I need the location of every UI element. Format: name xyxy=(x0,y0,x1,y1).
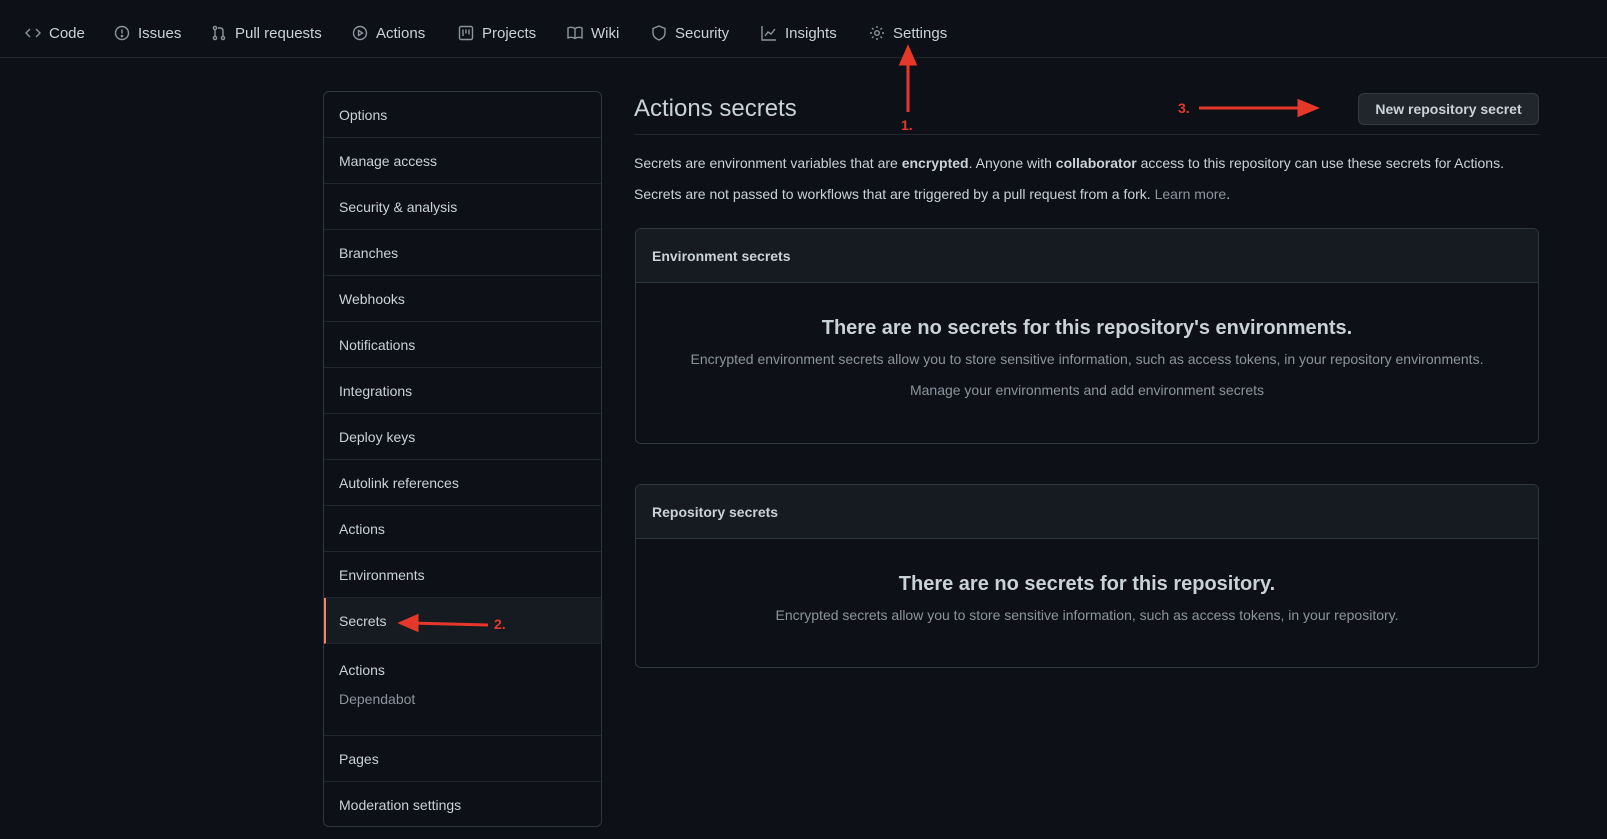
nav-settings[interactable]: Settings xyxy=(869,22,947,44)
annotation-label-1: 1. xyxy=(901,117,913,133)
sidebar-item-options[interactable]: Options xyxy=(324,92,601,138)
nav-settings-label: Settings xyxy=(893,24,948,42)
project-icon xyxy=(458,25,474,41)
sidebar-item-pages[interactable]: Pages xyxy=(324,736,601,782)
book-icon xyxy=(567,26,583,40)
nav-wiki-label: Wiki xyxy=(591,24,620,42)
desc-emphasis: collaborator xyxy=(1055,155,1137,171)
sidebar-item-moderation-settings[interactable]: Moderation settings xyxy=(324,782,601,826)
desc-text: Secrets are environment variables that a… xyxy=(634,155,902,171)
title-divider xyxy=(634,134,1540,135)
nav-code-label: Code xyxy=(49,24,85,42)
shield-icon xyxy=(652,25,666,41)
sidebar-item-label: Secrets xyxy=(339,612,387,629)
desc-text: . Anyone with xyxy=(968,155,1056,171)
sidebar-item-deploy-keys[interactable]: Deploy keys xyxy=(324,414,601,460)
pull-request-icon xyxy=(212,25,226,41)
sidebar-item-label: Environments xyxy=(339,566,425,583)
sidebar-secrets-group: Actions Dependabot xyxy=(324,644,601,736)
new-repository-secret-button[interactable]: New repository secret xyxy=(1358,93,1539,125)
nav-pull-requests[interactable]: Pull requests xyxy=(211,22,322,44)
gear-icon xyxy=(870,26,884,40)
issue-icon xyxy=(114,25,130,41)
arrow-3-head xyxy=(1297,98,1320,118)
environment-secrets-header: Environment secrets xyxy=(636,229,1538,283)
blankslate-text: Encrypted environment secrets allow you … xyxy=(690,351,1484,367)
sidebar-item-label: Integrations xyxy=(339,382,413,399)
nav-insights-label: Insights xyxy=(785,24,837,42)
annotation-label-2: 2. xyxy=(494,616,506,632)
sidebar-item-label: Branches xyxy=(339,244,399,261)
blankslate-title: There are no secrets for this repository… xyxy=(898,573,1276,595)
nav-wiki[interactable]: Wiki xyxy=(567,22,619,44)
annotation-label-3: 3. xyxy=(1178,100,1190,116)
nav-projects[interactable]: Projects xyxy=(458,22,536,44)
sidebar-item-secrets[interactable]: Secrets xyxy=(324,598,601,644)
graph-icon xyxy=(761,26,776,41)
desc-text: . xyxy=(1226,186,1231,202)
sidebar-subitem-dependabot[interactable]: Dependabot xyxy=(339,691,415,707)
fork-note: Secrets are not passed to workflows that… xyxy=(634,186,1230,202)
learn-more-link[interactable]: Learn more xyxy=(1155,186,1227,202)
nav-projects-label: Projects xyxy=(482,24,537,42)
nav-issues-label: Issues xyxy=(138,24,182,42)
sidebar-subitem-actions[interactable]: Actions xyxy=(339,662,385,678)
nav-insights[interactable]: Insights xyxy=(761,22,837,44)
desc-emphasis: encrypted xyxy=(901,155,969,171)
sidebar-item-label: Deploy keys xyxy=(339,428,416,445)
sidebar-item-environments[interactable]: Environments xyxy=(324,552,601,598)
sidebar-item-notifications[interactable]: Notifications xyxy=(324,322,601,368)
code-icon xyxy=(25,28,41,38)
repository-secrets-header: Repository secrets xyxy=(636,485,1538,539)
nav-actions-label: Actions xyxy=(376,24,426,42)
sidebar-item-integrations[interactable]: Integrations xyxy=(324,368,601,414)
nav-security-label: Security xyxy=(675,24,730,42)
sidebar-item-webhooks[interactable]: Webhooks xyxy=(324,276,601,322)
blankslate-title: There are no secrets for this repository… xyxy=(821,317,1353,339)
sidebar-item-label: Pages xyxy=(339,750,379,767)
sidebar-item-autolink-references[interactable]: Autolink references xyxy=(324,460,601,506)
manage-environments-link[interactable]: Manage your environments and add environ… xyxy=(636,382,1538,398)
sidebar-item-label: Moderation settings xyxy=(339,797,462,813)
secrets-description: Secrets are environment variables that a… xyxy=(634,155,1504,171)
nav-issues[interactable]: Issues xyxy=(114,22,181,44)
sidebar-item-label: Options xyxy=(339,106,388,123)
sidebar-item-manage-access[interactable]: Manage access xyxy=(324,138,601,184)
desc-text: Secrets are not passed to workflows that… xyxy=(634,186,1155,202)
sidebar-item-actions[interactable]: Actions xyxy=(324,506,601,552)
sidebar-item-security-analysis[interactable]: Security & analysis xyxy=(324,184,601,230)
repository-secrets-box: Repository secrets There are no secrets … xyxy=(635,484,1539,668)
desc-text: access to this repository can use these … xyxy=(1136,155,1504,171)
sidebar-item-branches[interactable]: Branches xyxy=(324,230,601,276)
nav-code[interactable]: Code xyxy=(25,22,85,44)
nav-actions[interactable]: Actions xyxy=(352,22,425,44)
settings-sidebar: Options Manage access Security & analysi… xyxy=(323,91,602,827)
page-title: Actions secrets xyxy=(634,95,797,122)
sidebar-item-label: Security & analysis xyxy=(339,198,458,215)
sidebar-item-label: Autolink references xyxy=(339,474,459,491)
nav-security[interactable]: Security xyxy=(651,22,729,44)
play-icon xyxy=(352,25,368,41)
sidebar-item-label: Notifications xyxy=(339,336,416,353)
nav-pull-requests-label: Pull requests xyxy=(235,24,322,42)
repo-nav: Code Issues Pull requests Actions Projec… xyxy=(0,0,1607,58)
sidebar-item-label: Manage access xyxy=(339,152,438,169)
sidebar-item-label: Webhooks xyxy=(339,290,405,307)
blankslate-text: Encrypted secrets allow you to store sen… xyxy=(775,607,1399,623)
environment-secrets-box: Environment secrets There are no secrets… xyxy=(635,228,1539,444)
sidebar-item-label: Actions xyxy=(339,520,385,537)
